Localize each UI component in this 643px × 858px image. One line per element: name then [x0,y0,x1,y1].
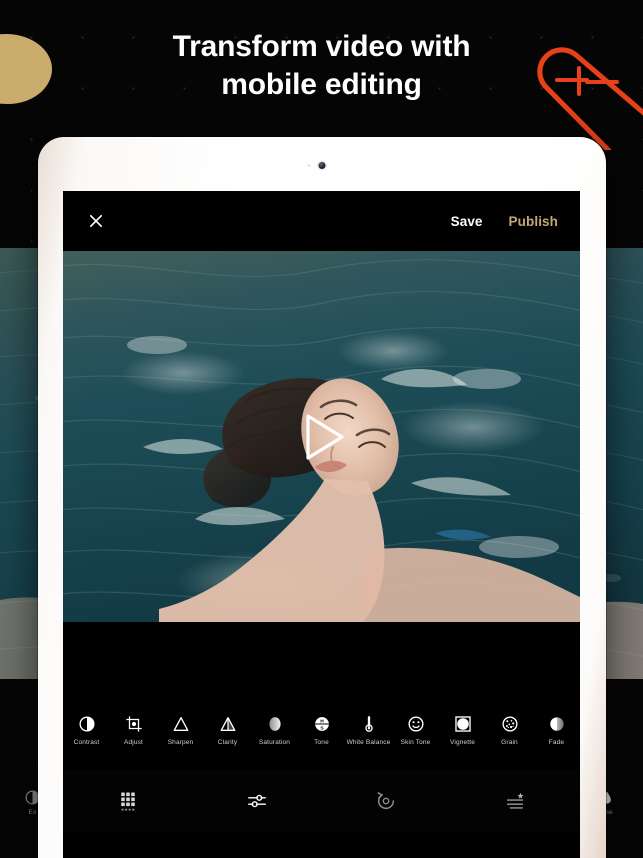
tool-label: Tone [314,739,329,746]
nav-item-edit[interactable] [192,770,321,832]
tool-adjust[interactable]: Adjust [110,715,157,746]
tablet-device-frame: Save Publish Contrast Adjust Sharpen Cla… [38,137,606,858]
tool-fade[interactable]: Fade [533,715,580,746]
tool-saturation[interactable]: Saturation [251,715,298,746]
close-icon [89,214,103,228]
tool-white-balance[interactable]: White Balance [345,715,392,746]
tool-label: White Balance [346,739,391,746]
editing-tools-strip[interactable]: Contrast Adjust Sharpen Clarity Saturati… [63,710,580,770]
app-top-bar: Save Publish [63,191,580,251]
tool-label: Fade [548,739,565,746]
vignette-square-icon [454,716,471,732]
tool-label: Grain [501,739,518,746]
tool-grain[interactable]: Grain [486,715,533,746]
saturation-circle-icon [268,717,281,731]
video-preview-canvas[interactable] [63,251,580,622]
fade-circle-icon [549,717,564,731]
nav-item-recipes[interactable] [451,770,580,832]
play-button[interactable] [290,405,354,469]
tool-skin-tone[interactable]: Skin Tone [392,715,439,746]
app-bottom-nav [63,770,580,832]
grid-icon [120,792,135,811]
canvas-filler [63,622,580,710]
tool-clarity[interactable]: Clarity [204,715,251,746]
recipe-star-icon [507,792,524,809]
tool-label: Contrast [73,739,100,746]
tool-label: Saturation [258,739,291,746]
tool-label: Skin Tone [400,739,431,746]
undo-history-icon [377,792,395,810]
nav-item-library[interactable] [63,770,192,832]
sliders-icon [247,794,266,808]
tablet-screen: Save Publish Contrast Adjust Sharpen Cla… [63,191,580,858]
headline-line-1: Transform video with [172,30,471,63]
contrast-icon [78,716,95,732]
tablet-sensor-dot [307,164,311,167]
tool-vignette[interactable]: Vignette [439,715,486,746]
tool-label: Vignette [450,739,475,746]
tool-sharpen[interactable]: Sharpen [157,715,204,746]
save-button[interactable]: Save [451,214,483,229]
tool-tone[interactable]: H S Tone [298,715,345,746]
tool-contrast[interactable]: Contrast [63,715,110,746]
thermometer-icon [364,716,373,732]
smiley-face-icon [407,716,424,732]
grain-dots-icon [501,716,518,732]
tool-label: Sharpen [167,739,194,746]
headline-line-2: mobile editing [221,68,422,102]
tone-hs-icon: H S [314,717,329,731]
play-triangle-icon [305,413,344,460]
tool-label: Adjust [124,739,143,746]
crop-adjust-icon [125,716,142,732]
sharpen-triangle-icon [173,717,188,731]
svg-text:H: H [320,718,324,724]
tablet-front-camera [318,162,326,169]
tool-label: Clarity [217,739,238,746]
clarity-triangle-icon [220,717,235,731]
publish-button[interactable]: Publish [509,214,558,229]
close-button[interactable] [85,210,107,232]
promo-headline: Transform video with mobile editing [0,28,643,104]
nav-item-revert[interactable] [322,770,451,832]
